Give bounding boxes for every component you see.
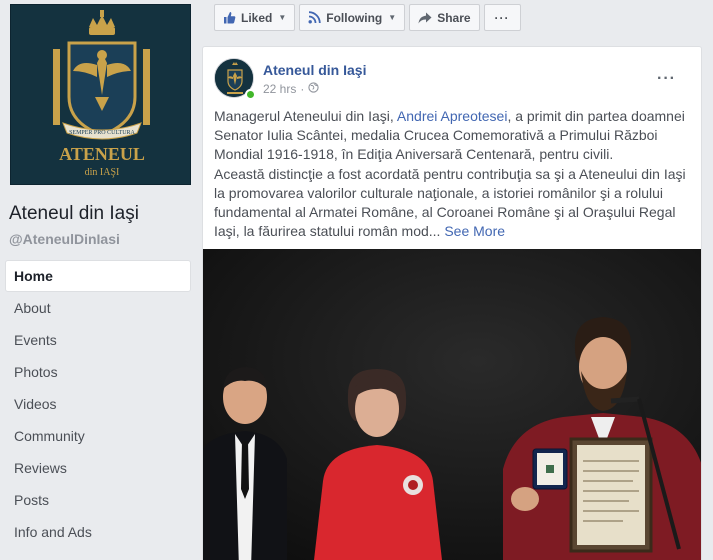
mention-link[interactable]: Andrei Apreotesei <box>397 108 508 124</box>
post-body: Managerul Ateneului din Iaşi, Andrei Apr… <box>214 107 694 241</box>
liked-button[interactable]: Liked ▼ <box>214 4 296 31</box>
liked-label: Liked <box>241 10 273 25</box>
nav-item-community[interactable]: Community <box>5 420 191 452</box>
logo-text-iasi: din IAŞI <box>85 167 120 178</box>
see-more-link[interactable]: See More <box>444 223 505 239</box>
nav-item-photos[interactable]: Photos <box>5 356 191 388</box>
nav-item-home[interactable]: Home <box>5 260 191 292</box>
logo-motto: SEMPER PRO CULTURA <box>69 130 135 136</box>
post-meta: 22 hrs · <box>263 82 319 96</box>
page-action-bar: Liked ▼ Following ▼ Share ··· <box>214 4 521 31</box>
nav-item-posts[interactable]: Posts <box>5 484 191 516</box>
post-timestamp[interactable]: 22 hrs <box>263 82 296 96</box>
share-button[interactable]: Share <box>409 4 480 31</box>
globe-icon[interactable] <box>308 82 319 96</box>
more-options-button[interactable]: ··· <box>483 4 521 31</box>
post-text-part-1: Managerul Ateneului din Iaşi, <box>214 108 397 124</box>
share-label: Share <box>437 10 471 25</box>
page-name[interactable]: Ateneul din Iaşi <box>9 203 139 225</box>
rss-icon <box>308 11 321 24</box>
ceremony-photo <box>203 249 701 560</box>
share-arrow-icon <box>418 12 432 24</box>
post-options-menu[interactable]: ··· <box>657 70 676 88</box>
logo-text-ateneul: ATENEUL <box>59 144 145 164</box>
page-profile-picture[interactable]: SEMPER PRO CULTURA ATENEUL din IAŞI <box>10 4 191 185</box>
following-label: Following <box>326 10 383 25</box>
nav-item-info-and-ads[interactable]: Info and Ads <box>5 516 191 548</box>
post-card: Ateneul din Iaşi 22 hrs · ··· Managerul … <box>202 46 702 560</box>
nav-item-events[interactable]: Events <box>5 324 191 356</box>
nav-item-videos[interactable]: Videos <box>5 388 191 420</box>
chevron-down-icon: ▼ <box>388 13 397 22</box>
post-author[interactable]: Ateneul din Iaşi <box>263 62 366 78</box>
following-button[interactable]: Following ▼ <box>299 4 406 31</box>
page-nav: Home About Events Photos Videos Communit… <box>5 260 191 548</box>
page-handle[interactable]: @AteneulDinIasi <box>9 231 120 247</box>
post-photo[interactable] <box>203 249 701 560</box>
ateneul-logo: SEMPER PRO CULTURA ATENEUL din IAŞI <box>11 5 190 184</box>
chevron-down-icon: ▼ <box>278 13 287 22</box>
thumbs-up-icon <box>223 11 236 24</box>
nav-item-about[interactable]: About <box>5 292 191 324</box>
left-column: SEMPER PRO CULTURA ATENEUL din IAŞI Aten… <box>0 0 200 560</box>
post-header: Ateneul din Iaşi 22 hrs · ··· <box>214 58 684 100</box>
online-status-dot <box>245 89 256 100</box>
nav-item-reviews[interactable]: Reviews <box>5 452 191 484</box>
